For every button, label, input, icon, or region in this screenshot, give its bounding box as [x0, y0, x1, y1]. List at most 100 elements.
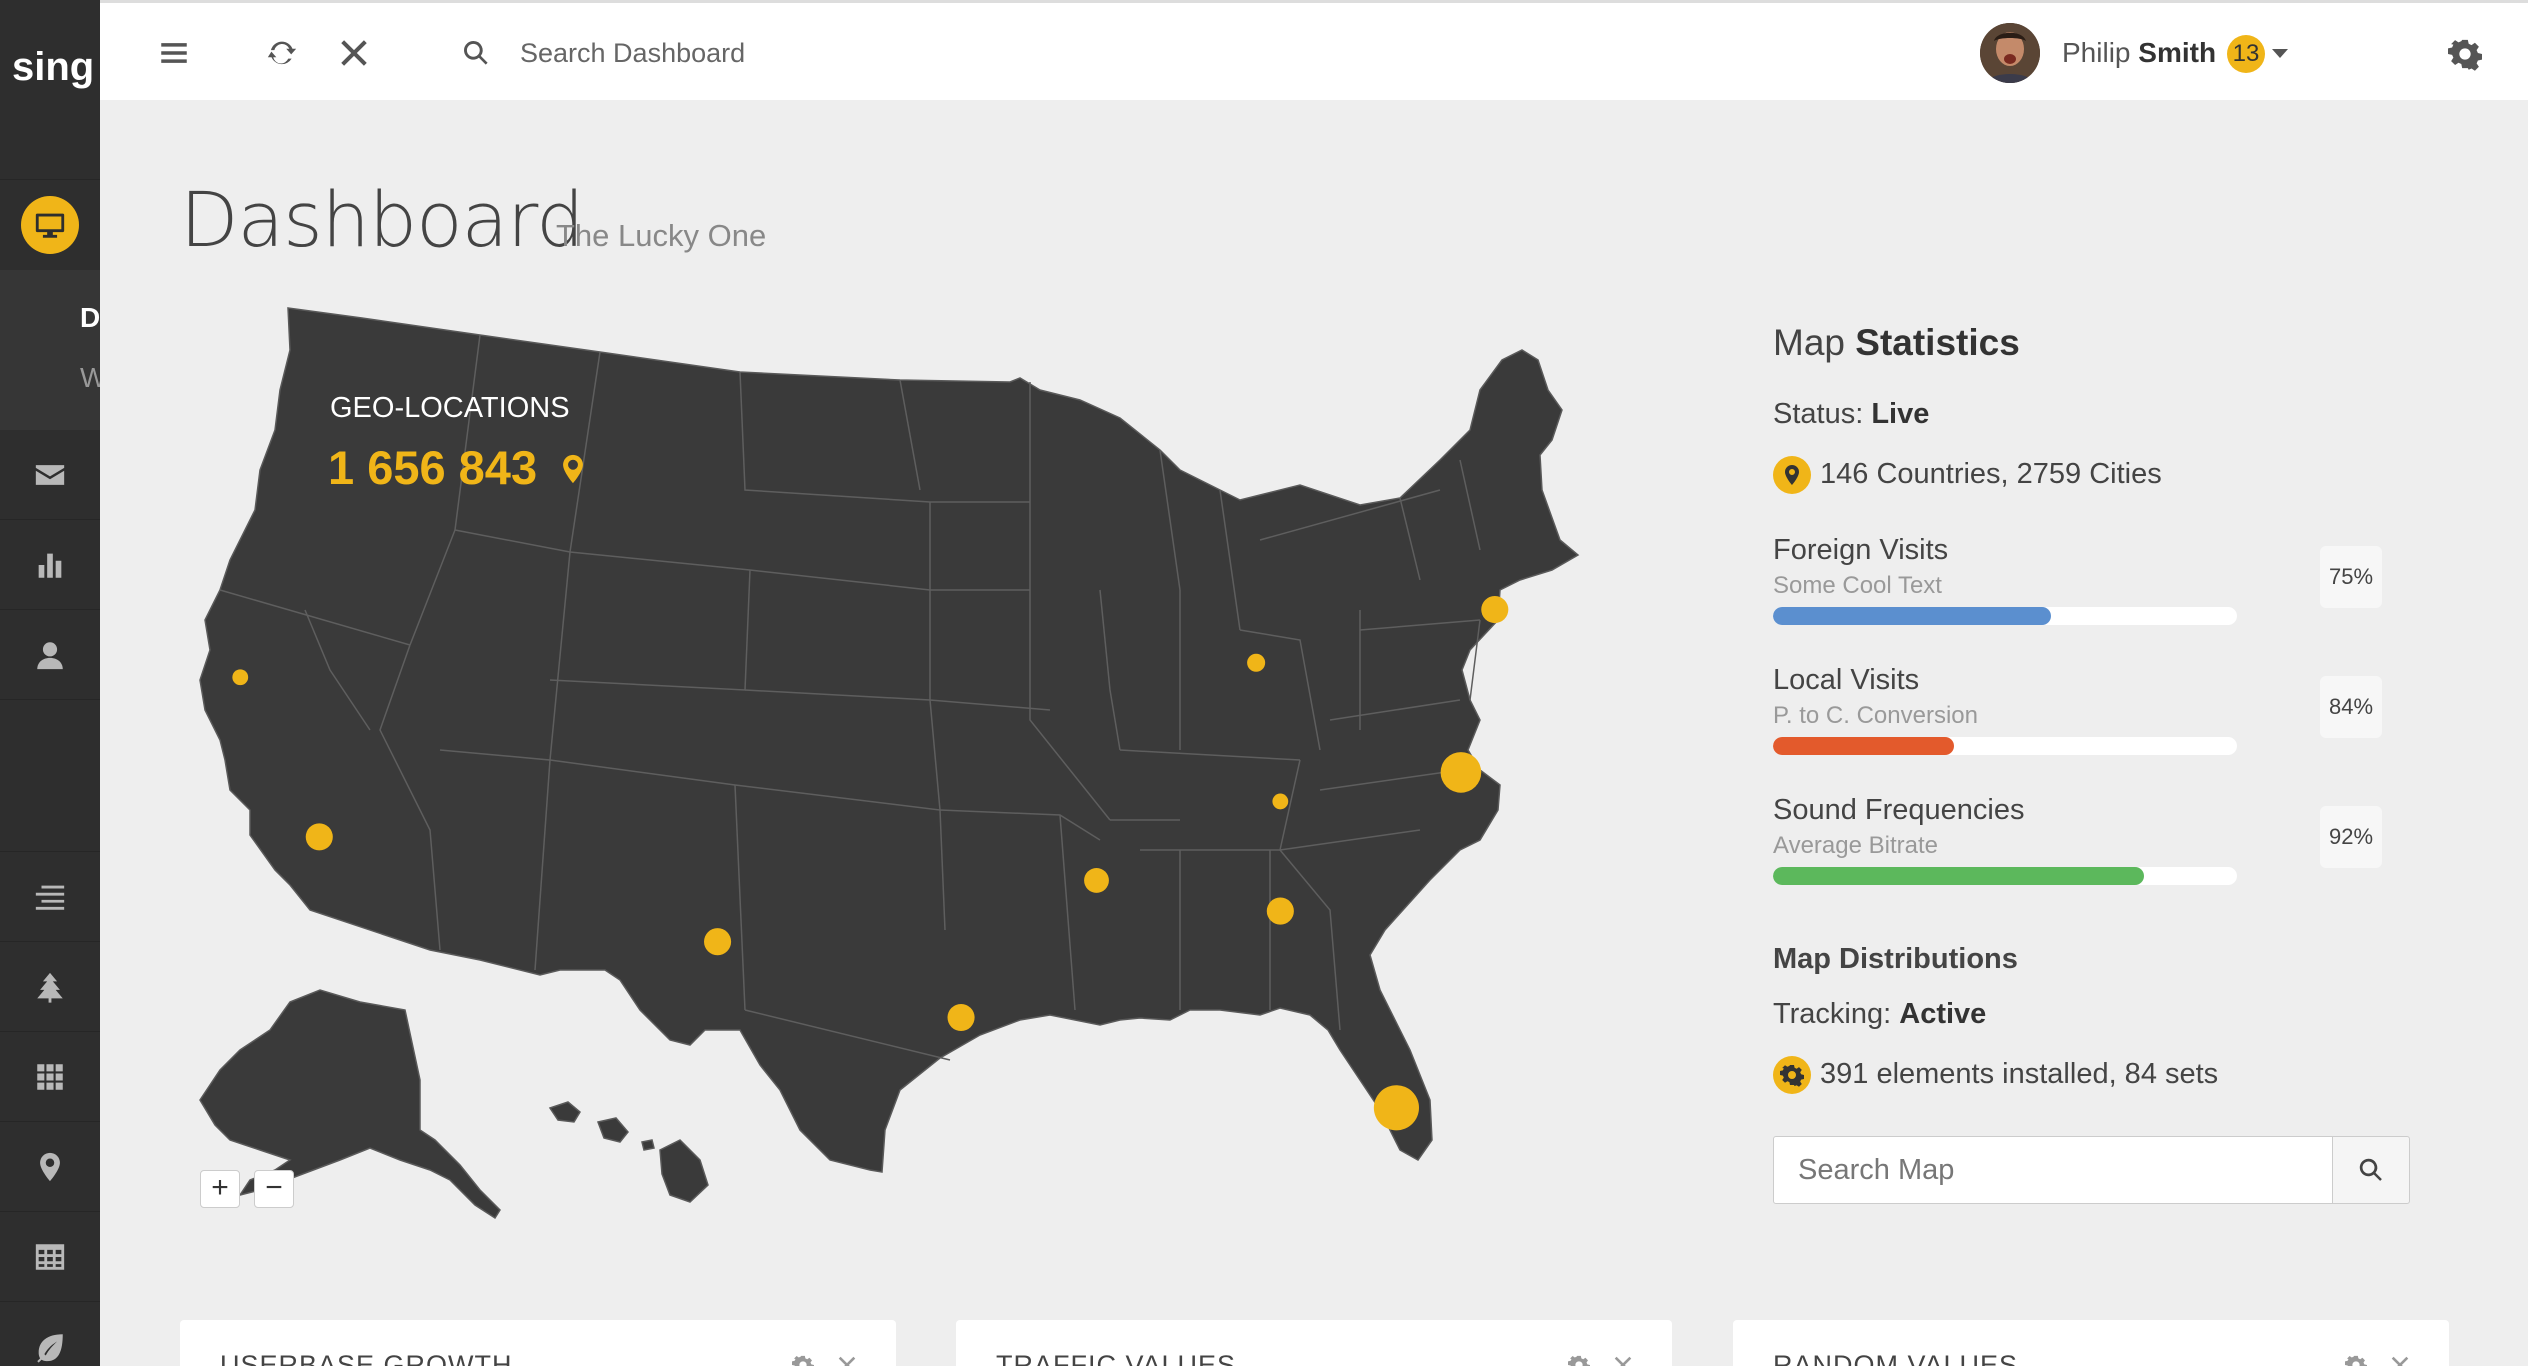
- map-statistics-title: Map Statistics: [1773, 322, 2020, 364]
- close-icon: [341, 40, 367, 66]
- map-distributions-title: Map Distributions: [1773, 943, 2018, 975]
- hawaii-3: [659, 1139, 709, 1203]
- map-marker[interactable]: [305, 823, 333, 851]
- map-marker[interactable]: [1272, 793, 1289, 810]
- monitor-icon: [21, 196, 79, 254]
- progress-sub-local: P. to C. Conversion: [1773, 702, 1978, 729]
- progress-fill-sound: [1773, 867, 2145, 885]
- sidebar-item-tables[interactable]: [0, 1212, 100, 1302]
- chevron-down-icon[interactable]: [2272, 49, 2288, 58]
- avatar[interactable]: [1980, 23, 2040, 83]
- geo-locations-label: GEO-LOCATIONS: [330, 392, 570, 424]
- sidebar-item-profile[interactable]: [0, 610, 100, 700]
- hawaii-1: [548, 1101, 581, 1123]
- user-name[interactable]: Philip Smith: [2062, 37, 2216, 69]
- sidebar-item-forms[interactable]: [0, 852, 100, 942]
- notification-count-badge: 13: [2227, 35, 2265, 73]
- map-search-input[interactable]: [1773, 1136, 2333, 1204]
- sidebar-item-dashboard[interactable]: [0, 180, 100, 270]
- sidebar-item-grid[interactable]: [0, 1032, 100, 1122]
- progress-label-sound: Sound Frequencies: [1773, 794, 2025, 826]
- user-last-name: Smith: [2138, 37, 2217, 68]
- map-marker[interactable]: [1084, 868, 1109, 893]
- widget-settings-button[interactable]: [2345, 1354, 2369, 1366]
- status-label: Status:: [1773, 398, 1864, 430]
- envelope-icon: [35, 464, 65, 485]
- status-value: Live: [1871, 398, 1930, 430]
- map-marker[interactable]: [704, 928, 732, 956]
- sidebar-item-inbox[interactable]: [0, 430, 100, 520]
- progress-bar-foreign: [1773, 607, 2237, 625]
- progress-fill-local: [1773, 737, 1954, 755]
- leaf-icon: [37, 1333, 63, 1363]
- sidebar: sing D W: [0, 0, 100, 1366]
- logo-text: sing: [12, 45, 95, 89]
- map-marker[interactable]: [1247, 653, 1266, 672]
- tracking-line: Tracking: Active: [1773, 998, 1986, 1031]
- hawaii-4: [641, 1139, 655, 1151]
- widget-close-button[interactable]: [1612, 1354, 1636, 1366]
- map-marker[interactable]: [1481, 595, 1509, 624]
- close-button[interactable]: [336, 35, 372, 71]
- status-line: Status: Live: [1773, 398, 1929, 431]
- widget-random-values: RANDOM VALUES: [1733, 1320, 2449, 1366]
- submenu-item-1[interactable]: D: [80, 302, 100, 334]
- dashboard-search-input[interactable]: [520, 29, 1020, 77]
- refresh-button[interactable]: [264, 35, 300, 71]
- widget-traffic-values: TRAFFIC VALUES: [956, 1320, 1672, 1366]
- stat-title-light: Map: [1773, 322, 1845, 363]
- close-icon: [1614, 1356, 1632, 1366]
- table-icon: [35, 1243, 65, 1270]
- close-icon: [2391, 1356, 2409, 1366]
- widget-title: RANDOM VALUES: [1773, 1350, 2019, 1366]
- logo[interactable]: sing: [0, 0, 100, 180]
- gear-icon: [2345, 1355, 2367, 1366]
- tree-icon: [37, 972, 63, 1003]
- widget-close-button[interactable]: [836, 1354, 860, 1366]
- geo-locations-value: 1 656 843: [328, 441, 538, 494]
- close-icon: [838, 1356, 856, 1366]
- page-title: Dashboard: [180, 175, 584, 264]
- widget-settings-button[interactable]: [792, 1354, 816, 1366]
- map-marker-icon: [556, 448, 590, 495]
- zoom-out-button[interactable]: −: [254, 1170, 294, 1208]
- tracking-value: Active: [1899, 998, 1987, 1030]
- hamburger-icon: [161, 43, 187, 63]
- map-marker[interactable]: [1266, 897, 1294, 925]
- bar-chart-icon: [38, 553, 62, 578]
- sidebar-item-maps[interactable]: [0, 1122, 100, 1212]
- hawaii-2: [596, 1117, 629, 1143]
- search-icon: [2359, 1158, 2382, 1181]
- sidebar-item-tree[interactable]: [0, 942, 100, 1032]
- map-marker[interactable]: [232, 669, 249, 686]
- submenu-item-2[interactable]: W: [80, 362, 100, 394]
- installed-elements: 391 elements installed, 84 sets: [1820, 1058, 2219, 1090]
- countries-count: 146 Countries, 2759 Cities: [1820, 458, 2162, 490]
- progress-sub-foreign: Some Cool Text: [1773, 572, 1942, 599]
- progress-bar-local: [1773, 737, 2237, 755]
- gear-icon: [792, 1355, 814, 1366]
- sidebar-item-charts[interactable]: [0, 520, 100, 610]
- widget-settings-button[interactable]: [1568, 1354, 1592, 1366]
- widget-title: TRAFFIC VALUES: [996, 1350, 1237, 1366]
- progress-sub-sound: Average Bitrate: [1773, 832, 1938, 859]
- settings-button[interactable]: [2448, 37, 2482, 76]
- map-marker[interactable]: [1440, 752, 1482, 793]
- map-marker[interactable]: [1373, 1085, 1420, 1131]
- map-marker[interactable]: [947, 1003, 975, 1032]
- zoom-in-button[interactable]: +: [200, 1170, 240, 1208]
- progress-bar-sound: [1773, 867, 2237, 885]
- map-search-button[interactable]: [2332, 1136, 2410, 1204]
- widget-close-button[interactable]: [2389, 1354, 2413, 1366]
- menu-toggle-button[interactable]: [156, 35, 192, 71]
- align-icon: [35, 885, 65, 910]
- map-marker-icon: [40, 1152, 60, 1181]
- progress-fill-foreign: [1773, 607, 2052, 625]
- progress-label-local: Local Visits: [1773, 664, 1920, 696]
- usa-map[interactable]: [180, 290, 1660, 1250]
- user-icon: [37, 641, 63, 669]
- progress-percent-foreign: 75%: [2320, 546, 2382, 608]
- sidebar-item-extra[interactable]: [0, 1302, 100, 1366]
- stat-title-bold: Statistics: [1855, 322, 2020, 363]
- search-icon: [460, 37, 492, 69]
